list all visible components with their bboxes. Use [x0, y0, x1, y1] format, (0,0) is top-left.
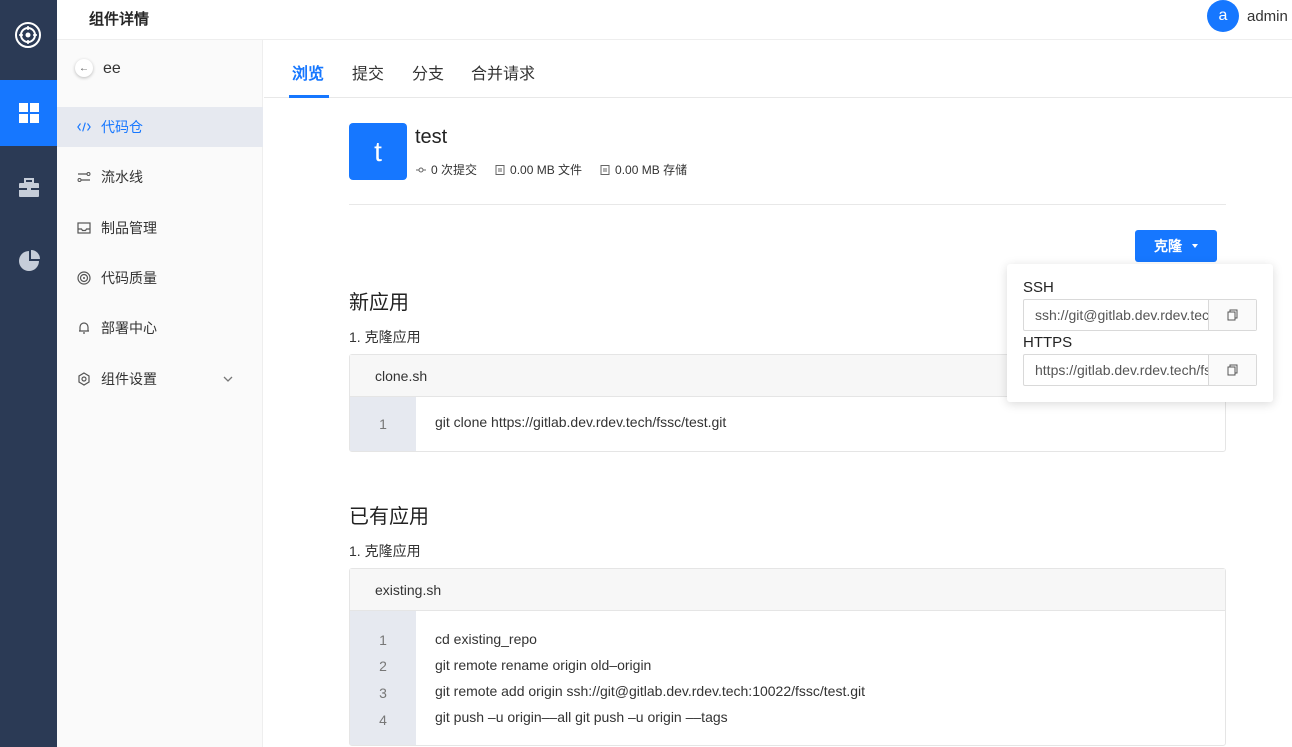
dashboard-icon: [18, 103, 39, 123]
repo-avatar: t: [349, 123, 407, 180]
line-number: 3: [379, 685, 387, 701]
tab-bar: 浏览 提交 分支 合并请求: [264, 40, 1292, 98]
pie-chart-icon: [18, 250, 40, 271]
section-step-existing-app: 1. 克隆应用: [349, 543, 421, 559]
repo-stats: 0 次提交 0.00 MB 文件 0.00 MB 存储: [416, 161, 705, 178]
active-tab-indicator: [289, 95, 329, 98]
code-line: git push –u origin––all git push –u orig…: [435, 709, 728, 725]
commit-count: 0 次提交: [431, 163, 478, 177]
sidebar-item-label: 代码质量: [101, 270, 157, 286]
tab-merge-requests[interactable]: 合并请求: [471, 60, 535, 84]
top-bar: 组件详情 a admin: [57, 0, 1292, 40]
sidebar-item-label: 组件设置: [101, 371, 157, 387]
copy-icon: [1227, 309, 1237, 321]
code-line: git clone https://gitlab.dev.rdev.tech/f…: [435, 414, 727, 430]
line-number: 1: [379, 632, 387, 648]
username[interactable]: admin: [1247, 8, 1288, 25]
sidebar-item-code-quality[interactable]: 代码质量: [57, 258, 263, 298]
sidebar-item-code-repo[interactable]: 代码仓: [57, 107, 263, 147]
tab-browse[interactable]: 浏览: [292, 60, 324, 84]
file-icon: [495, 164, 505, 175]
line-number: 2: [379, 658, 387, 674]
section-step-new-app: 1. 克隆应用: [349, 329, 421, 345]
line-number: 4: [379, 712, 387, 728]
https-url-input[interactable]: [1024, 355, 1208, 385]
sidebar: ← ee 代码仓 流水线 制品管理 代码质量 部署中心 组件设置: [57, 40, 263, 747]
rail-item-stats[interactable]: [0, 228, 57, 294]
project-name: ee: [103, 60, 121, 77]
sidebar-item-label: 部署中心: [101, 320, 157, 336]
stat-storage[interactable]: 0.00 MB 存储: [600, 161, 687, 178]
line-number: 1: [379, 416, 387, 432]
sidebar-item-artifacts[interactable]: 制品管理: [57, 208, 263, 248]
divider: [349, 204, 1226, 205]
chevron-down-icon[interactable]: [221, 372, 235, 386]
tab-branches[interactable]: 分支: [412, 60, 444, 84]
bell-icon: [77, 321, 91, 335]
files-size: 0.00 MB 文件: [510, 163, 583, 177]
pipeline-icon: [77, 170, 91, 184]
arrow-left-icon: ←: [79, 62, 89, 74]
section-title-existing-app: 已有应用: [349, 506, 429, 528]
code-block-existing: existing.sh 1 2 3 4 cd existing_repo git…: [349, 568, 1226, 746]
tab-commits[interactable]: 提交: [352, 60, 384, 84]
repo-name: test: [415, 126, 448, 148]
code-line: git remote rename origin old–origin: [435, 657, 652, 673]
commit-icon: [416, 167, 426, 172]
inbox-icon: [77, 221, 91, 235]
clone-button-label: 克隆: [1154, 238, 1182, 254]
https-label: HTTPS: [1023, 334, 1073, 351]
back-button[interactable]: ←: [75, 59, 93, 77]
code-line: git remote add origin ssh://git@gitlab.d…: [435, 683, 866, 699]
code-icon: [77, 120, 91, 134]
ssh-label: SSH: [1023, 279, 1054, 296]
settings-icon: [77, 372, 91, 386]
clone-button[interactable]: 克隆: [1135, 230, 1217, 262]
quality-icon: [77, 271, 91, 285]
ssh-url-input[interactable]: [1024, 300, 1208, 330]
clone-popover: SSH HTTPS: [1007, 264, 1273, 402]
rail-item-toolbox[interactable]: [0, 155, 57, 221]
caret-down-icon: [1192, 244, 1198, 248]
toolbox-icon: [18, 178, 39, 197]
ssh-url-field: [1023, 299, 1257, 331]
copy-https-button[interactable]: [1208, 355, 1256, 385]
section-title-new-app: 新应用: [349, 292, 409, 314]
code-line: cd existing_repo: [435, 631, 537, 647]
stat-files[interactable]: 0.00 MB 文件: [495, 161, 582, 178]
icon-rail: [0, 0, 57, 747]
sidebar-item-settings[interactable]: 组件设置: [57, 359, 263, 399]
copy-ssh-button[interactable]: [1208, 300, 1256, 330]
sidebar-item-label: 制品管理: [101, 220, 157, 236]
sidebar-item-pipeline[interactable]: 流水线: [57, 157, 263, 197]
copy-icon: [1227, 364, 1237, 376]
storage-icon: [600, 164, 610, 175]
rail-item-dashboard[interactable]: [0, 80, 57, 146]
sidebar-item-label: 流水线: [101, 169, 143, 185]
sidebar-item-deploy[interactable]: 部署中心: [57, 308, 263, 348]
https-url-field: [1023, 354, 1257, 386]
stat-commits[interactable]: 0 次提交: [416, 161, 477, 178]
storage-size: 0.00 MB 存储: [615, 163, 688, 177]
page-title: 组件详情: [89, 11, 150, 28]
code-filename: existing.sh: [350, 569, 1225, 611]
sidebar-item-label: 代码仓: [101, 119, 143, 135]
avatar[interactable]: a: [1207, 0, 1239, 32]
logo-icon[interactable]: [14, 21, 42, 49]
